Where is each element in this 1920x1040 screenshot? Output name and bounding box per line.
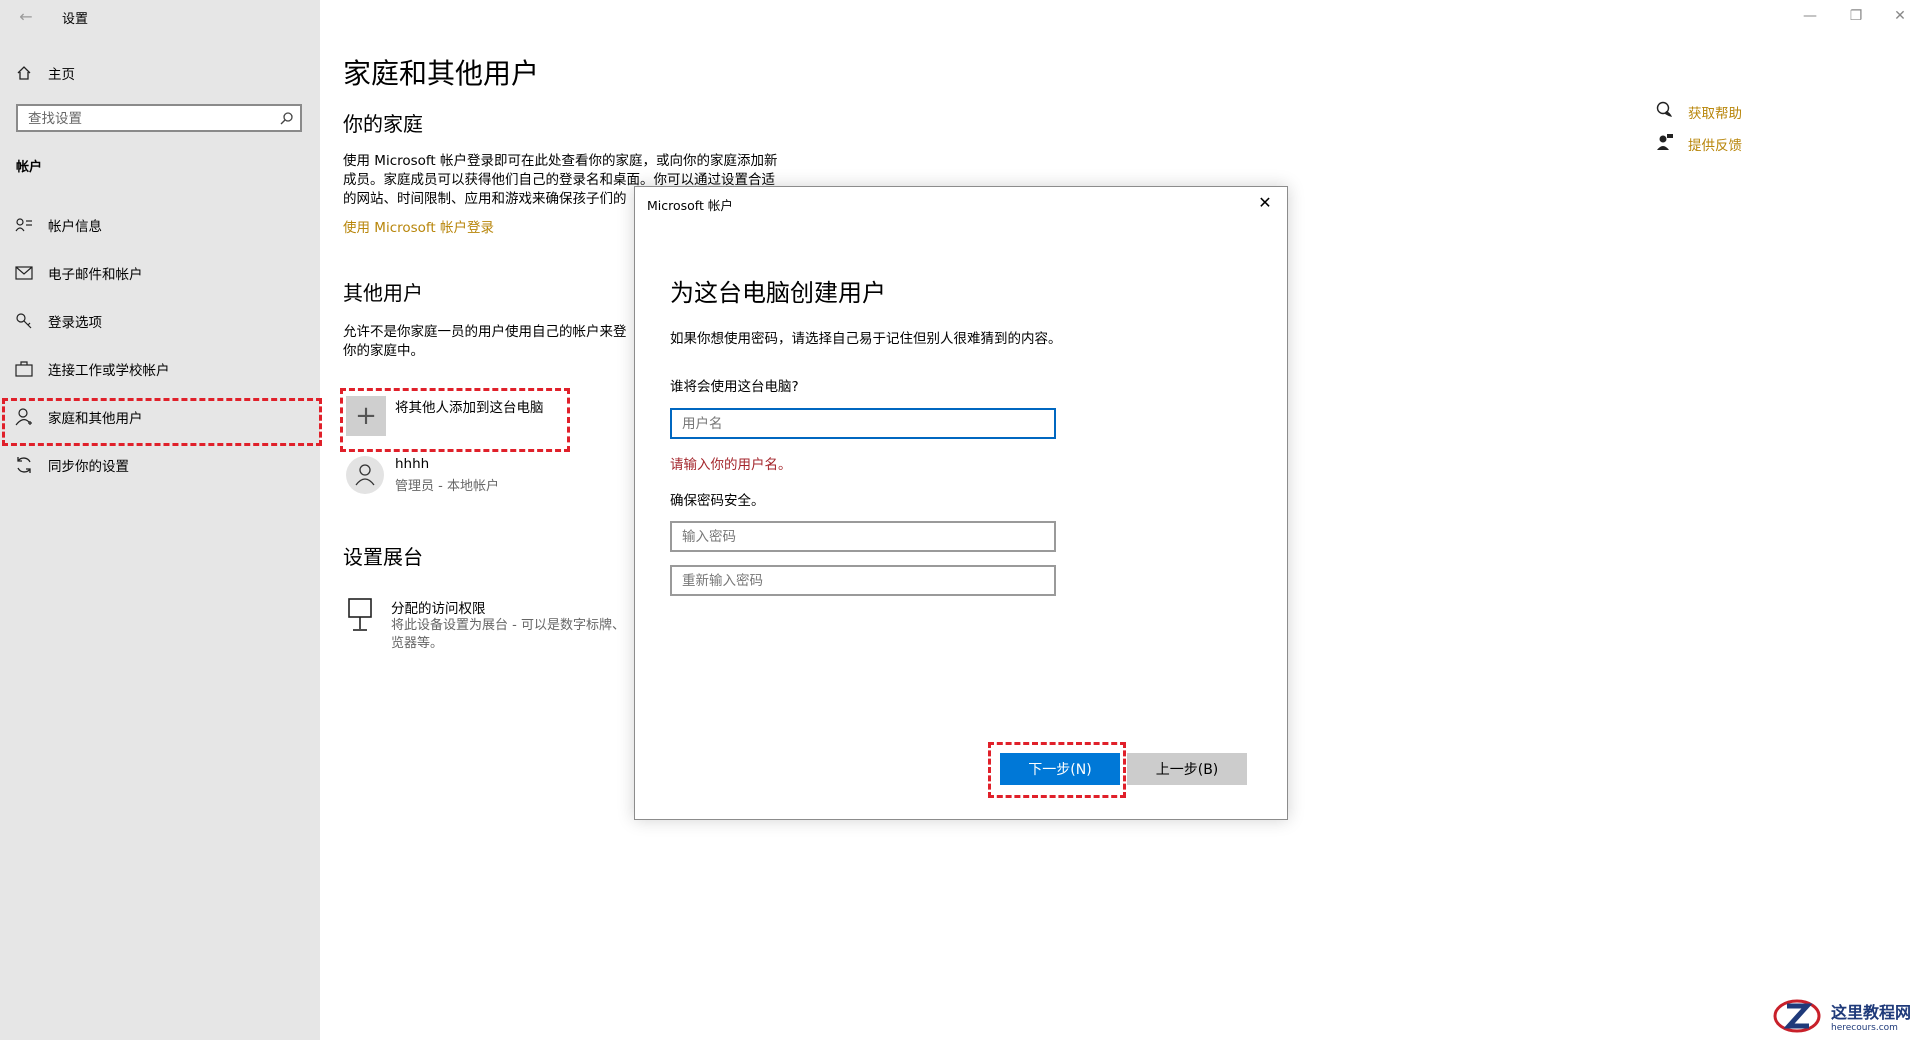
sidebar-item-signin[interactable]: 登录选项 xyxy=(0,299,320,343)
kiosk-desc-line: 览器等。 xyxy=(391,636,444,651)
signin-ms-link[interactable]: 使用 Microsoft 帐户登录 xyxy=(343,216,494,236)
avatar[interactable] xyxy=(346,456,384,494)
watermark: 这里教程网 herecours.com xyxy=(1773,996,1911,1036)
other-users-heading: 其他用户 xyxy=(343,281,423,305)
sidebar-item-label: 连接工作或学校帐户 xyxy=(48,363,170,379)
minimize-icon[interactable]: — xyxy=(1790,4,1830,28)
page-title: 家庭和其他用户 xyxy=(343,57,540,90)
secure-label: 确保密码安全。 xyxy=(670,493,765,509)
account-info-icon xyxy=(15,216,33,234)
kiosk-title[interactable]: 分配的访问权限 xyxy=(391,597,486,617)
sidebar-item-label: 电子邮件和帐户 xyxy=(48,267,143,283)
get-help-link[interactable]: 获取帮助 xyxy=(1688,102,1742,122)
watermark-text: 这里教程网 herecours.com xyxy=(1831,999,1911,1033)
search-input[interactable] xyxy=(18,106,270,132)
sidebar-item-label: 帐户信息 xyxy=(48,219,102,235)
sidebar-item-label: 同步你的设置 xyxy=(48,459,129,475)
mail-icon xyxy=(15,264,33,282)
reenter-password-field[interactable] xyxy=(670,565,1056,596)
sidebar-item-account-info[interactable]: 帐户信息 xyxy=(0,203,320,247)
who-label: 谁将会使用这台电脑? xyxy=(670,379,799,395)
get-help-item[interactable]: 获取帮助 xyxy=(1656,101,1742,123)
other-users-desc-line: 你的家庭中。 xyxy=(343,343,424,359)
section-label: 帐户 xyxy=(16,160,43,175)
family-desc-line: 使用 Microsoft 帐户登录即可在此处查看你的家庭，或向你的家庭添加新 xyxy=(343,153,778,169)
search-icon[interactable] xyxy=(280,110,294,129)
sidebar-item-work-school[interactable]: 连接工作或学校帐户 xyxy=(0,347,320,391)
key-icon xyxy=(15,312,33,330)
plus-icon[interactable]: + xyxy=(346,396,386,436)
kiosk-icon xyxy=(348,598,372,636)
feedback-link[interactable]: 提供反馈 xyxy=(1688,134,1742,154)
watermark-logo-icon xyxy=(1773,999,1821,1033)
sidebar: ← 设置 主页 帐户 帐户信息 电子邮件和帐户 登录选项 连接工 xyxy=(0,0,320,1040)
other-users-desc: 允许不是你家庭一员的用户使用自己的帐户来登 你的家庭中。 xyxy=(343,323,627,361)
kiosk-heading: 设置展台 xyxy=(343,545,423,569)
feedback-item[interactable]: 提供反馈 xyxy=(1656,133,1742,155)
kiosk-desc-line: 将此设备设置为展台 - 可以是数字标牌、 xyxy=(391,618,625,633)
create-user-dialog: Microsoft 帐户 ✕ 为这台电脑创建用户 如果你想使用密码，请选择自己易… xyxy=(634,186,1288,820)
back-button[interactable]: 上一步(B) xyxy=(1127,753,1247,785)
briefcase-icon xyxy=(15,360,33,378)
watermark-line2: herecours.com xyxy=(1831,1023,1898,1033)
sidebar-item-label: 登录选项 xyxy=(48,315,102,331)
close-window-icon[interactable]: ✕ xyxy=(1880,4,1920,28)
watermark-line1: 这里教程网 xyxy=(1831,1003,1912,1022)
family-heading: 你的家庭 xyxy=(343,112,423,136)
sidebar-item-email[interactable]: 电子邮件和帐户 xyxy=(0,251,320,295)
highlight-next-button xyxy=(988,742,1126,798)
sidebar-item-sync[interactable]: 同步你的设置 xyxy=(0,443,320,487)
username-error: 请输入你的用户名。 xyxy=(670,457,792,473)
dialog-intro: 如果你想使用密码，请选择自己易于记住但别人很难猜到的内容。 xyxy=(670,331,1062,347)
highlight-family-nav xyxy=(2,398,322,446)
home-icon xyxy=(15,64,33,82)
back-arrow-icon[interactable]: ← xyxy=(15,6,37,28)
chat-help-icon xyxy=(1656,101,1674,123)
close-icon[interactable]: ✕ xyxy=(1253,191,1277,215)
dialog-title: Microsoft 帐户 xyxy=(647,198,733,213)
sync-icon xyxy=(15,456,33,474)
nav-home[interactable]: 主页 xyxy=(0,51,320,95)
add-user-label[interactable]: 将其他人添加到这台电脑 xyxy=(395,396,544,416)
user-icon xyxy=(355,464,375,486)
dialog-heading: 为这台电脑创建用户 xyxy=(670,279,886,307)
nav-home-label: 主页 xyxy=(48,67,75,83)
app-title: 设置 xyxy=(62,12,89,27)
password-field[interactable] xyxy=(670,521,1056,552)
user-name[interactable]: hhhh xyxy=(395,456,429,472)
restore-icon[interactable]: ❐ xyxy=(1836,4,1876,28)
other-users-desc-line: 允许不是你家庭一员的用户使用自己的帐户来登 xyxy=(343,324,627,340)
kiosk-desc: 将此设备设置为展台 - 可以是数字标牌、 览器等。 xyxy=(391,617,641,653)
feedback-icon xyxy=(1656,133,1674,155)
username-field[interactable] xyxy=(670,408,1056,439)
user-subtitle: 管理员 - 本地帐户 xyxy=(395,479,499,494)
search-box[interactable] xyxy=(16,104,302,132)
